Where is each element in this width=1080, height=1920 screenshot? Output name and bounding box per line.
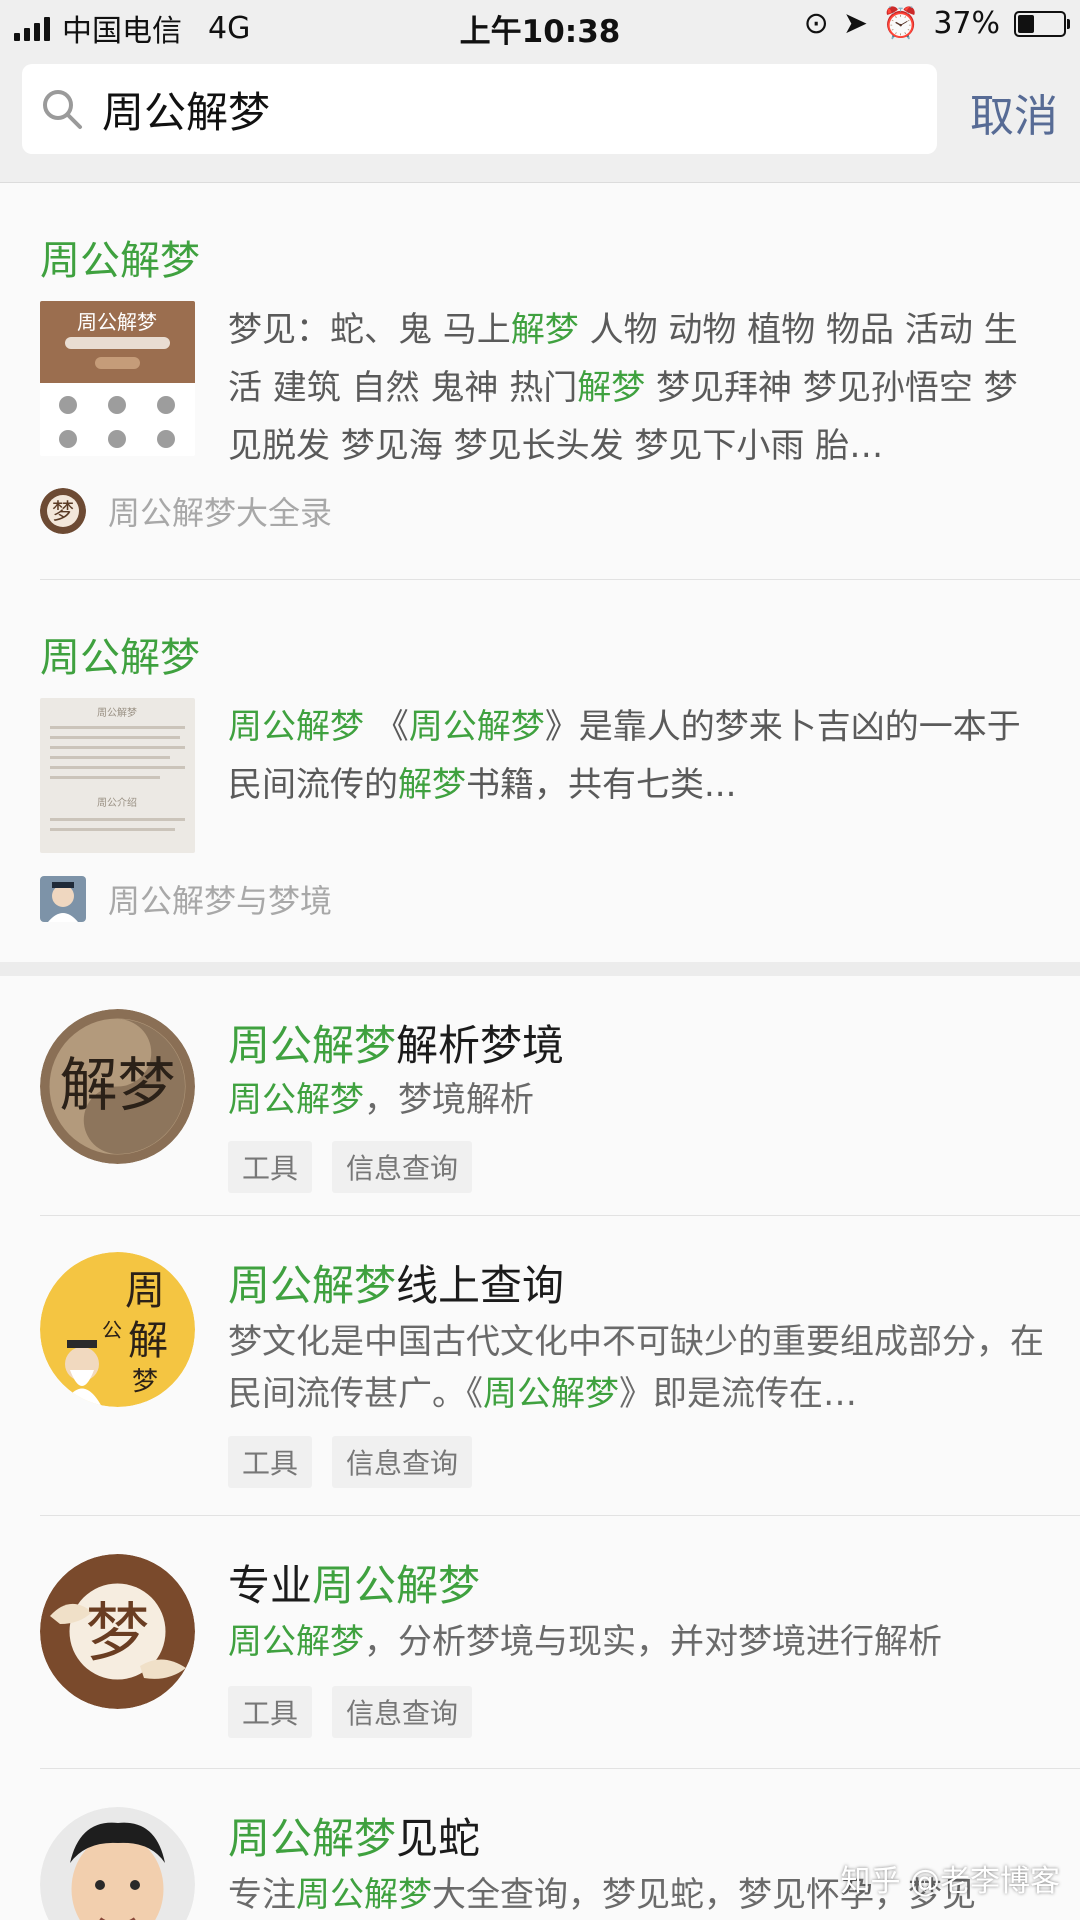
category-tag: 工具 (228, 1686, 313, 1738)
orientation-lock-icon: ⊙ (803, 6, 829, 41)
section-separator (0, 962, 1080, 976)
text-run: ，分析梦境与现实，并对梦境进行解析 (364, 1622, 942, 1662)
svg-text:公: 公 (102, 1318, 122, 1342)
article-thumbnail: 周公解梦 (40, 301, 195, 456)
app-icon: 解梦 (40, 1009, 195, 1164)
source-name: 周公解梦大全录 (108, 494, 333, 532)
search-input[interactable] (100, 83, 924, 135)
search-results: 周公解梦 周公解梦 梦见：蛇、鬼 马上解梦 人物 动物 植物 物品 活动 生活 … (0, 183, 1080, 1920)
highlight-text: 解梦 (510, 310, 579, 350)
svg-text:梦: 梦 (132, 1367, 158, 1397)
battery-percent: 37% (933, 6, 1000, 41)
article-thumbnail: 周公解梦 周公介绍 (40, 698, 195, 853)
svg-text:周: 周 (125, 1268, 165, 1314)
app-icon: 周 公 解 梦 (40, 1252, 195, 1407)
highlight-text: 周公解梦 (228, 707, 364, 747)
source-name: 周公解梦与梦境 (108, 882, 333, 920)
highlight-text: 周公解梦 (228, 1622, 364, 1662)
svg-text:梦: 梦 (52, 500, 74, 525)
article-title[interactable]: 周公解梦 (40, 228, 200, 286)
text-run: ，梦境解析 (364, 1080, 534, 1120)
search-icon (38, 85, 86, 133)
app-name[interactable]: 专业周公解梦 (228, 1552, 480, 1613)
highlight-text: 解梦 (398, 765, 466, 805)
app-description: 梦文化是中国古代文化中不可缺少的重要组成部分，在民间流传甚广。《周公解梦》即是流… (228, 1316, 1048, 1420)
text-run: 专注 (228, 1875, 296, 1915)
search-box[interactable] (22, 64, 937, 154)
highlight-text: 周公解梦 (228, 1814, 397, 1863)
source-avatar: 梦 (40, 488, 86, 534)
svg-text:周公解梦: 周公解梦 (77, 310, 157, 334)
text-run: 《 (364, 707, 409, 747)
status-bar: 中国电信 4G 上午10:38 ⊙ ➤ ⏰ 37% (0, 0, 1080, 52)
highlight-text: 周公解梦 (296, 1875, 432, 1915)
mini-program-result[interactable]: 周 公 解 梦 周公解梦线上查询 梦文化是中国古代文化中不可缺少的重要组成部分，… (0, 1216, 1080, 1516)
category-tag: 信息查询 (332, 1141, 473, 1193)
article-title[interactable]: 周公解梦 (40, 625, 200, 683)
highlight-text: 周公解梦 (408, 707, 545, 747)
mini-program-result[interactable]: 解梦 周公解梦解析梦境 周公解梦，梦境解析 工具 信息查询 (0, 976, 1080, 1216)
svg-text:周公解梦: 周公解梦 (97, 706, 137, 719)
text-run: 书籍，共有七类... (466, 765, 737, 805)
app-icon (40, 1807, 195, 1920)
app-icon-text: 梦 (86, 1597, 150, 1671)
highlight-text: 周公解梦 (483, 1374, 619, 1414)
app-name[interactable]: 周公解梦见蛇 (228, 1805, 480, 1866)
watermark: 知乎 @老李博客 (840, 1864, 1060, 1899)
text-run: 专业 (228, 1561, 313, 1610)
article-result[interactable]: 周公解梦 周公解梦 周公介绍 周公解梦 《周公解梦》是靠人的梦来卜吉凶的一本于民… (0, 580, 1080, 962)
svg-text:解: 解 (128, 1318, 168, 1364)
text-run: 解析梦境 (396, 1021, 565, 1070)
app-tags: 工具 信息查询 (228, 1686, 473, 1738)
category-tag: 信息查询 (332, 1686, 473, 1738)
text-run: 梦见：蛇、鬼 马上 (228, 310, 511, 350)
app-description: 周公解梦，梦境解析 (228, 1074, 1048, 1126)
highlight-text: 周公解梦 (228, 1021, 397, 1070)
app-icon: 梦 (40, 1554, 195, 1709)
app-tags: 工具 信息查询 (228, 1141, 473, 1193)
app-icon-text: 解梦 (59, 1051, 175, 1119)
text-run: 》即是流传在… (619, 1374, 857, 1414)
article-source[interactable]: 周公解梦与梦境 (40, 876, 332, 922)
alarm-icon: ⏰ (881, 6, 920, 41)
text-run: 见蛇 (396, 1814, 481, 1863)
cancel-button[interactable]: 取消 (970, 80, 1058, 144)
mini-program-result[interactable]: 梦 专业周公解梦 周公解梦，分析梦境与现实，并对梦境进行解析 工具 信息查询 (0, 1516, 1080, 1769)
location-icon: ➤ (842, 6, 868, 41)
category-tag: 工具 (228, 1436, 313, 1488)
highlight-text: 周公解梦 (228, 1261, 397, 1310)
search-bar: 取消 (0, 52, 1080, 183)
battery-icon (1014, 10, 1070, 37)
svg-text:周公介绍: 周公介绍 (97, 796, 137, 809)
highlight-text: 周公解梦 (228, 1080, 364, 1120)
article-result[interactable]: 周公解梦 周公解梦 梦见：蛇、鬼 马上解梦 人物 动物 植物 物品 活动 生活 … (0, 183, 1080, 580)
app-name[interactable]: 周公解梦解析梦境 (228, 1012, 564, 1073)
status-icons: ⊙ ➤ ⏰ 37% (803, 6, 1070, 41)
category-tag: 信息查询 (332, 1436, 473, 1488)
article-snippet: 周公解梦 《周公解梦》是靠人的梦来卜吉凶的一本于民间流传的解梦书籍，共有七类..… (228, 698, 1048, 814)
article-source[interactable]: 梦 周公解梦大全录 (40, 488, 332, 534)
highlight-text: 解梦 (577, 368, 646, 408)
app-name[interactable]: 周公解梦线上查询 (228, 1252, 564, 1313)
source-avatar (40, 876, 86, 922)
text-run: 线上查询 (396, 1261, 565, 1310)
highlight-text: 周公解梦 (312, 1561, 481, 1610)
category-tag: 工具 (228, 1141, 313, 1193)
app-description: 周公解梦，分析梦境与现实，并对梦境进行解析 (228, 1616, 1048, 1668)
article-snippet: 梦见：蛇、鬼 马上解梦 人物 动物 植物 物品 活动 生活 建筑 自然 鬼神 热… (228, 301, 1048, 475)
app-tags: 工具 信息查询 (228, 1436, 473, 1488)
